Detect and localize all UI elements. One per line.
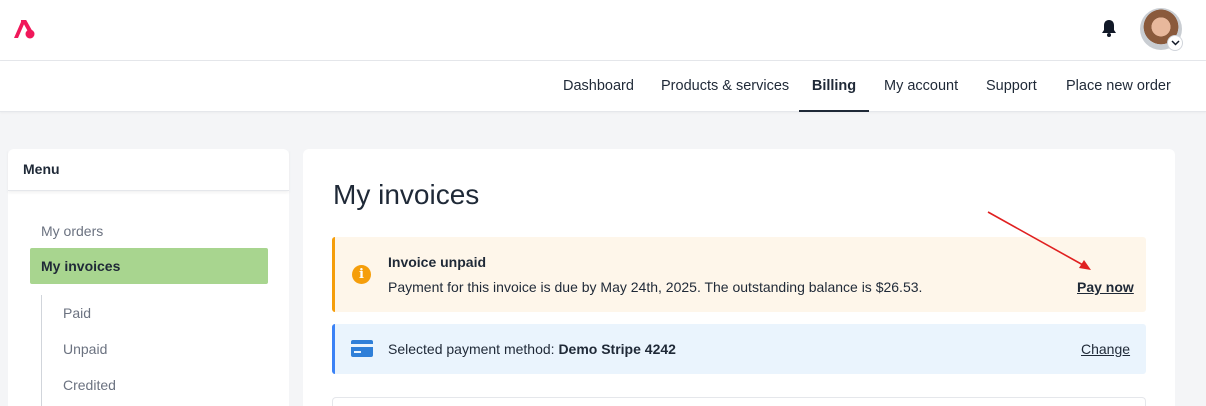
credit-card-icon [351,340,373,357]
main-content: My invoices i Invoice unpaid Payment for… [303,149,1175,406]
main-navigation: Dashboard Products & services Billing My… [0,61,1206,112]
alert-message: Payment for this invoice is due by May 2… [388,279,923,295]
sidebar-item-my-orders[interactable]: My orders [30,213,268,249]
nav-billing[interactable]: Billing [799,61,869,112]
nav-products-services[interactable]: Products & services [647,61,803,112]
sidebar-subitem-unpaid[interactable]: Unpaid [63,334,107,364]
sidebar-title: Menu [8,149,289,191]
payment-method-prefix: Selected payment method: [388,341,559,357]
pay-now-link[interactable]: Pay now [1077,279,1134,295]
brand-logo-icon[interactable] [11,18,35,40]
info-icon: i [352,265,371,284]
page-title: My invoices [333,179,480,210]
chevron-down-icon[interactable] [1167,35,1183,51]
alert-title: Invoice unpaid [388,254,487,270]
change-payment-link[interactable]: Change [1081,341,1130,357]
nav-dashboard[interactable]: Dashboard [549,61,648,112]
sidebar-item-my-invoices[interactable]: My invoices [30,248,268,284]
top-bar [0,0,1206,61]
payment-method-panel: Selected payment method: Demo Stripe 424… [332,324,1146,374]
bell-icon[interactable] [1100,18,1118,38]
invoice-details-card [332,397,1146,406]
nav-my-account[interactable]: My account [870,61,972,112]
submenu-divider [41,295,42,406]
payment-method-name: Demo Stripe 4242 [558,341,676,357]
sidebar-menu: Menu My orders My invoices Paid Unpaid C… [8,149,289,406]
sidebar-subitem-credited[interactable]: Credited [63,370,116,400]
payment-method-text: Selected payment method: Demo Stripe 424… [388,341,676,357]
sidebar-subitem-paid[interactable]: Paid [63,298,91,328]
nav-place-new-order[interactable]: Place new order [1052,61,1185,112]
nav-support[interactable]: Support [972,61,1051,112]
invoice-unpaid-alert: i Invoice unpaid Payment for this invoic… [332,237,1146,312]
